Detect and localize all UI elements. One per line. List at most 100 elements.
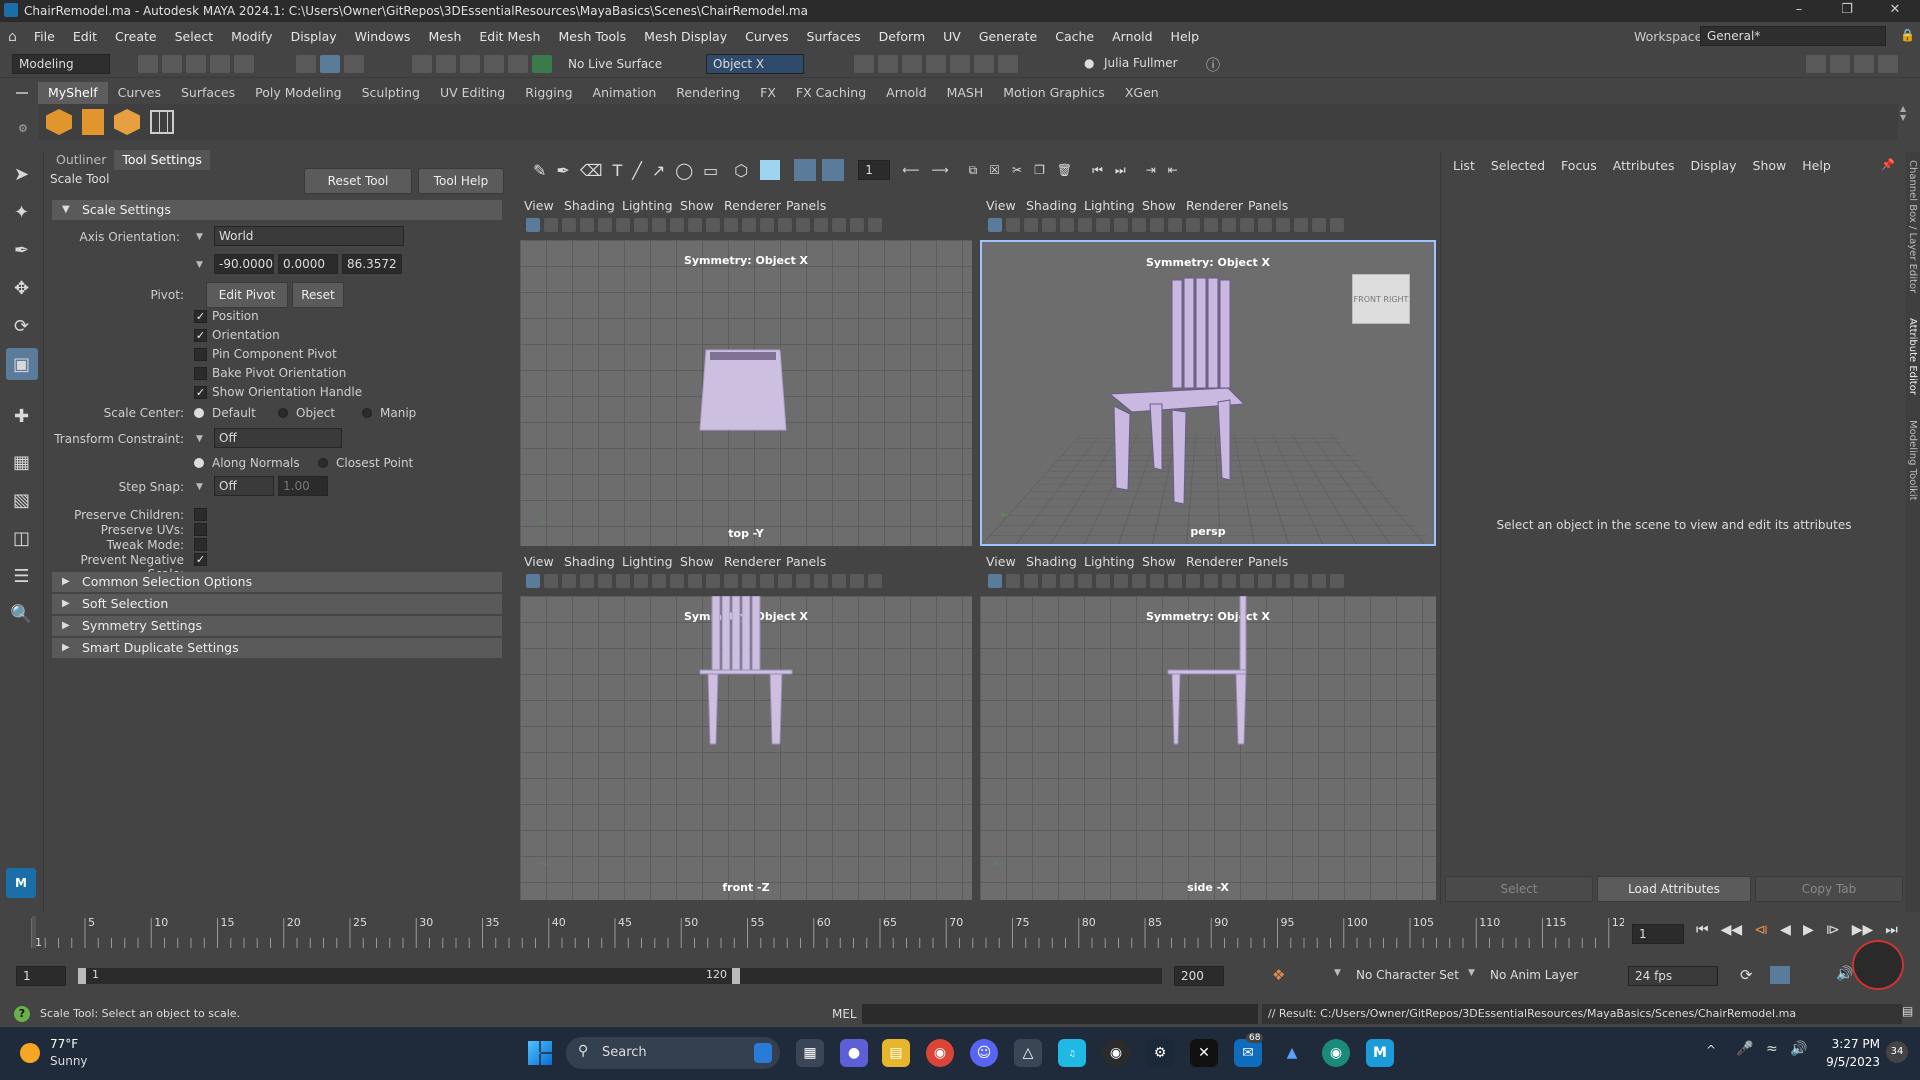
chevron-down-icon[interactable]: ▼ [196,260,203,270]
shelf-tab-fx[interactable]: FX [750,82,786,104]
vp-menu-lighting[interactable]: Lighting [1084,198,1135,213]
axis-y-field[interactable]: 0.0000 [278,254,338,274]
time-slider[interactable]: 1 5 10 15 20 25 30 35 40 45 50 55 60 65 70 75 80 85 90 95 10… [24,912,1624,952]
windows-start-icon[interactable] [528,1041,552,1065]
range-handle-start[interactable] [78,968,86,984]
shelf-scroll-icon[interactable]: ▲ ▼ [1900,104,1912,140]
reset-tool-button[interactable]: Reset Tool [304,168,412,194]
prevent-negative-scale-checkbox[interactable]: ✓ [194,553,207,566]
camera-icon[interactable] [988,218,1002,232]
undo-icon[interactable] [210,55,230,73]
trash-icon[interactable]: 🗑 [1057,163,1072,177]
light-icon[interactable] [616,574,630,588]
scale-tool-icon[interactable]: ▣ [6,348,38,380]
vp-menu-lighting[interactable]: Lighting [622,198,673,213]
auto-key-icon[interactable]: ❖ [1272,966,1285,984]
shadow-icon[interactable] [634,574,648,588]
export-icon[interactable]: ⇤ [1168,163,1178,177]
texture-icon[interactable] [1060,218,1074,232]
smooth-shade-icon[interactable] [580,574,594,588]
section-scale-settings[interactable]: ▼ Scale Settings [52,200,502,220]
arrow-icon[interactable]: ↗ [652,161,665,180]
vp-menu-show[interactable]: Show [1142,554,1176,569]
grid-toggle-icon[interactable] [544,574,558,588]
wireframe-icon[interactable] [1024,574,1038,588]
ao-icon[interactable] [1114,218,1128,232]
close-icon[interactable]: ✕ [1872,0,1918,22]
last-frame-icon[interactable]: ⏭ [1115,163,1126,178]
color-swatch[interactable] [760,160,780,180]
script-language[interactable]: MEL [832,1007,857,1021]
pause-icon[interactable] [998,55,1018,73]
current-frame-field[interactable]: 1 [1632,924,1684,944]
wireframe-icon[interactable] [1024,218,1038,232]
xray-joints-icon[interactable] [1204,218,1218,232]
isolate-icon[interactable] [706,574,720,588]
layout-side-icon[interactable] [1854,55,1874,73]
viewport-side[interactable]: Symmetry: Object X ⌙ side -X [980,596,1436,900]
weather-condition[interactable]: Sunny [50,1054,88,1068]
microphone-icon[interactable]: 🎤 [1736,1041,1753,1057]
menu-file[interactable]: File [25,22,64,51]
ae-menu-list[interactable]: List [1445,152,1483,180]
axis-z-field[interactable]: 86.3572 [342,254,402,274]
go-to-end-icon[interactable]: ⏭ [1885,922,1898,938]
vp-menu-shading[interactable]: Shading [564,554,615,569]
command-input[interactable] [862,1004,1258,1024]
ao-icon[interactable] [1114,574,1128,588]
eraser-icon[interactable]: ⌫ [580,161,603,180]
chevron-down-icon[interactable]: ▼ [1468,968,1475,978]
menu-deform[interactable]: Deform [870,22,934,51]
ipr-render-icon[interactable] [902,55,922,73]
vp-menu-renderer[interactable]: Renderer [724,554,781,569]
go-to-start-icon[interactable]: ⏮ [1696,922,1709,938]
play-back-icon[interactable]: ◀ [1780,922,1791,938]
lasso-tool-icon[interactable]: ✦ [6,196,38,228]
snap-curve-icon[interactable] [436,55,456,73]
mail-icon[interactable]: ✉ [1234,1039,1262,1067]
menu-set-dropdown[interactable]: Modeling [12,54,110,74]
shelf-tab-myshelf[interactable]: MyShelf [38,82,108,104]
step-back-key-icon[interactable]: ◀◀ [1721,922,1743,938]
chevron-down-icon[interactable]: ▼ [1334,968,1341,978]
section-soft-selection[interactable]: ▶ Soft Selection [52,594,502,614]
notification-badge[interactable]: 34 [1886,1041,1908,1063]
obs-icon[interactable]: ◉ [1102,1039,1130,1067]
vp-menu-view[interactable]: View [524,198,554,213]
delete-frame-icon[interactable]: ☒ [989,163,1000,177]
camera-icon[interactable] [526,574,540,588]
aa-icon[interactable] [1150,218,1164,232]
chevron-down-icon[interactable]: ▼ [196,232,203,242]
render-frame-icon[interactable] [878,55,898,73]
shelf-tab-uv-editing[interactable]: UV Editing [430,82,515,104]
snap-grid-icon[interactable] [412,55,432,73]
menu-generate[interactable]: Generate [970,22,1046,51]
shadow-icon[interactable] [634,218,648,232]
menu-cache[interactable]: Cache [1046,22,1103,51]
ae-select-button[interactable]: Select [1445,876,1593,902]
step-snap-dropdown[interactable]: Off [214,476,274,496]
layout-four-icon[interactable] [1830,55,1850,73]
sound-icon[interactable]: 🔊 [1836,966,1853,982]
isolate-icon[interactable] [706,218,720,232]
viewcube[interactable]: FRONT RIGHT [1352,274,1410,324]
vp-menu-panels[interactable]: Panels [1248,198,1288,213]
tweak-mode-checkbox[interactable] [194,538,207,551]
select-component-icon[interactable] [344,55,364,73]
vp-menu-renderer[interactable]: Renderer [724,198,781,213]
ae-copy-tab-button[interactable]: Copy Tab [1755,876,1903,902]
exposure-icon[interactable] [832,574,846,588]
shelf-tab-motion-graphics[interactable]: Motion Graphics [993,82,1115,104]
menu-curves[interactable]: Curves [736,22,797,51]
menu-uv[interactable]: UV [934,22,970,51]
grid-toggle-icon[interactable] [1006,574,1020,588]
edit-pivot-button[interactable]: Edit Pivot [206,282,288,308]
weather-temp[interactable]: 77°F [50,1037,78,1051]
shelf-tab-arnold[interactable]: Arnold [876,82,936,104]
menu-help[interactable]: Help [1162,22,1209,51]
xray-joints-icon[interactable] [742,218,756,232]
shelf-tab-fx-caching[interactable]: FX Caching [786,82,876,104]
onion-icon[interactable] [822,159,844,181]
amazon-music-icon[interactable]: ♫ [1058,1039,1086,1067]
transform-constraint-dropdown[interactable]: Off [214,428,342,448]
